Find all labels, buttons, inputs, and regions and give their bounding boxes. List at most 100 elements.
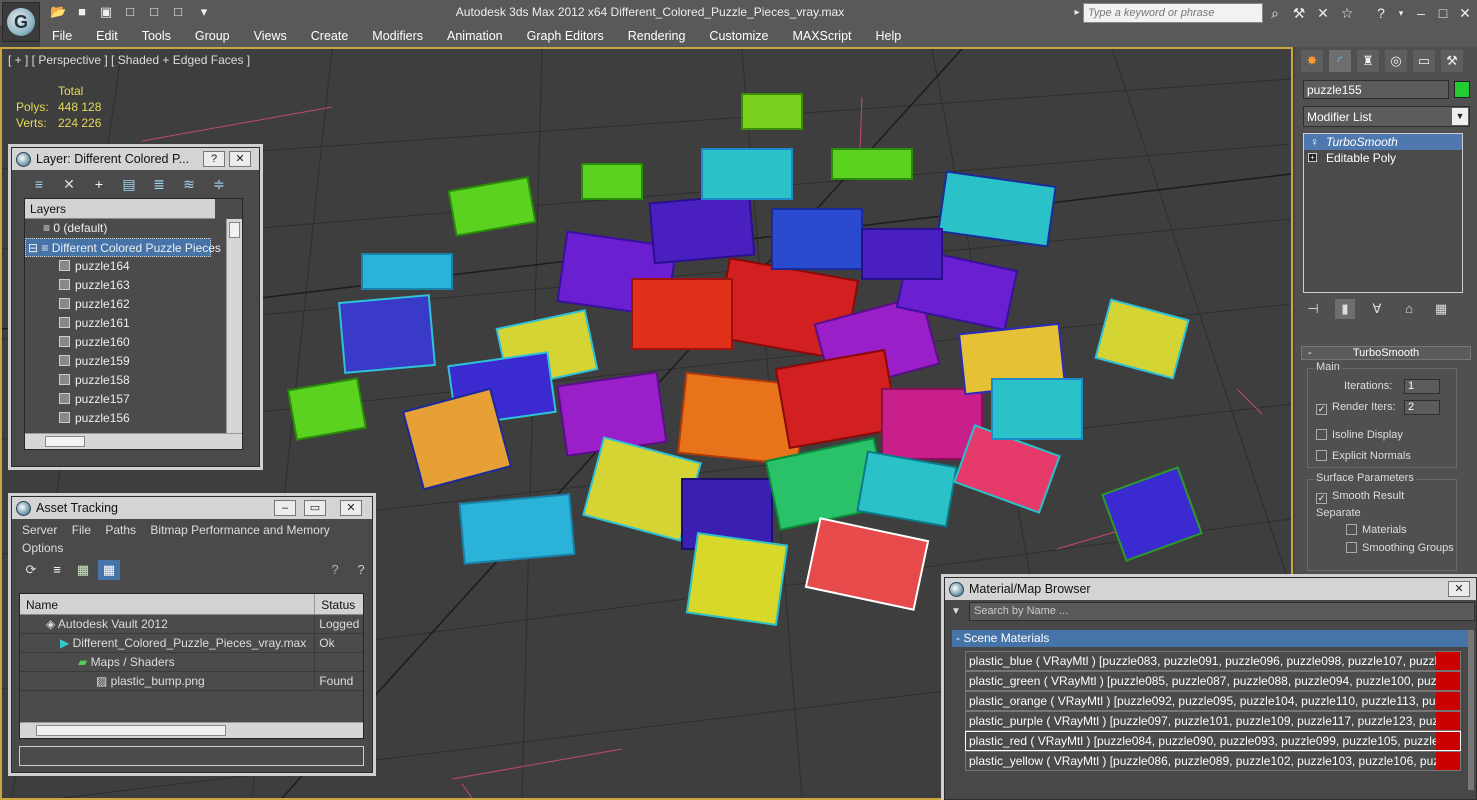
asset-path-field[interactable]	[19, 746, 364, 766]
smoothing-groups-row[interactable]: Smoothing Groups	[1346, 542, 1454, 554]
layer-close-button[interactable]: ✕	[229, 151, 251, 167]
list-item[interactable]: puzzle156	[25, 409, 242, 428]
help-icon[interactable]: ?	[1372, 4, 1390, 22]
render-iters-row[interactable]: ✓ Render Iters:	[1316, 401, 1396, 415]
name-column-header[interactable]: Name	[20, 594, 316, 614]
material-list-scrollbar[interactable]	[1468, 630, 1474, 790]
favorites-star-icon[interactable]: ☆	[1338, 4, 1356, 22]
refresh-icon[interactable]: ⟳	[20, 560, 42, 580]
motion-tab-icon[interactable]: ◎	[1385, 50, 1407, 72]
add-to-layer-icon[interactable]: +	[88, 174, 110, 194]
object-name-field[interactable]: puzzle155	[1303, 80, 1449, 99]
menu-graph-editors[interactable]: Graph Editors	[515, 26, 616, 47]
layers-column-header[interactable]: Layers	[25, 199, 215, 219]
asset-menu-bitmap[interactable]: Bitmap Performance and Memory	[150, 523, 329, 537]
layer-horizontal-scrollbar[interactable]	[25, 433, 242, 449]
list-item[interactable]: puzzle157	[25, 390, 242, 409]
modifier-stack[interactable]: ♀ TurboSmooth + Editable Poly	[1303, 133, 1463, 293]
asset-minimize-button[interactable]: –	[274, 500, 296, 516]
asset-menu-options[interactable]: Options	[22, 541, 63, 555]
materials-checkbox[interactable]	[1346, 524, 1357, 535]
menu-views[interactable]: Views	[242, 26, 299, 47]
menu-animation[interactable]: Animation	[435, 26, 515, 47]
layer-tree[interactable]: Layers ≡ 0 (default) ⊟ ≡ Different Color…	[24, 198, 243, 450]
select-objects-icon[interactable]: ▤	[118, 174, 140, 194]
list-item[interactable]: puzzle162	[25, 295, 242, 314]
asset-menu-file[interactable]: File	[72, 523, 91, 537]
make-unique-icon[interactable]: ∀	[1367, 299, 1387, 319]
scroll-thumb[interactable]	[36, 725, 226, 736]
configure-sets-icon[interactable]: ▦	[1431, 299, 1451, 319]
delete-layer-icon[interactable]: ✕	[58, 174, 80, 194]
maximize-icon[interactable]: □	[1434, 4, 1452, 22]
asset-panel-titlebar[interactable]: Asset Tracking – ▭ ✕	[12, 497, 372, 519]
layer-help-button[interactable]: ?	[203, 151, 225, 167]
table-row[interactable]: ▰ Maps / Shaders	[20, 653, 363, 672]
application-menu-button[interactable]: G	[2, 2, 40, 42]
list-item[interactable]: plastic_yellow ( VRayMtl ) [puzzle086, p…	[965, 751, 1461, 771]
scene-materials-group[interactable]: - Scene Materials	[952, 630, 1469, 647]
menu-customize[interactable]: Customize	[697, 26, 780, 47]
asset-close-button[interactable]: ✕	[340, 500, 362, 516]
explicit-normals-checkbox[interactable]	[1316, 450, 1327, 461]
tools-icon[interactable]: ⚒	[1290, 4, 1308, 22]
smooth-result-row[interactable]: ✓ Smooth Result	[1316, 490, 1404, 504]
create-layer-icon[interactable]: ≡	[28, 174, 50, 194]
layer-panel-titlebar[interactable]: Layer: Different Colored P... ? ✕	[12, 148, 259, 170]
asset-menu-server[interactable]: Server	[22, 523, 57, 537]
stack-item-turbosmooth[interactable]: ♀ TurboSmooth	[1304, 134, 1462, 150]
table-view-icon[interactable]: ▦	[98, 560, 120, 580]
asset-maximize-button[interactable]: ▭	[304, 500, 326, 516]
list-item[interactable]: plastic_green ( VRayMtl ) [puzzle085, pu…	[965, 671, 1461, 691]
list-item[interactable]: puzzle164	[25, 257, 242, 276]
scroll-thumb[interactable]	[229, 222, 240, 238]
show-end-result-icon[interactable]: ▮	[1335, 299, 1355, 319]
material-browser-close-button[interactable]: ✕	[1448, 581, 1470, 597]
viewport-label-menu[interactable]: [ + ] [ Perspective ] [ Shaded + Edged F…	[8, 53, 250, 67]
list-item[interactable]: puzzle163	[25, 276, 242, 295]
smooth-result-checkbox[interactable]: ✓	[1316, 493, 1327, 504]
menu-create[interactable]: Create	[299, 26, 361, 47]
material-browser-titlebar[interactable]: Material/Map Browser ✕	[945, 578, 1476, 600]
highlight-layer-icon[interactable]: ≣	[148, 174, 170, 194]
menu-modifiers[interactable]: Modifiers	[360, 26, 435, 47]
menu-edit[interactable]: Edit	[84, 26, 130, 47]
stack-item-editable-poly[interactable]: + Editable Poly	[1304, 150, 1462, 166]
menu-rendering[interactable]: Rendering	[616, 26, 698, 47]
list-item[interactable]: plastic_blue ( VRayMtl ) [puzzle083, puz…	[965, 651, 1461, 671]
scroll-thumb[interactable]	[45, 436, 85, 447]
asset-table[interactable]: Name Status ◈ Autodesk Vault 2012 Logged …	[19, 593, 364, 739]
context-help-icon[interactable]: ?	[350, 560, 372, 580]
display-tab-icon[interactable]: ▭	[1413, 50, 1435, 72]
explicit-normals-row[interactable]: Explicit Normals	[1316, 450, 1411, 462]
menu-group[interactable]: Group	[183, 26, 242, 47]
render-iters-spinner[interactable]: 2	[1404, 400, 1440, 415]
remove-modifier-icon[interactable]: ⌂	[1399, 299, 1419, 319]
binoculars-icon[interactable]: ⌕	[1266, 4, 1284, 22]
hide-all-icon[interactable]: ≋	[178, 174, 200, 194]
list-item[interactable]: puzzle160	[25, 333, 242, 352]
list-item[interactable]: puzzle159	[25, 352, 242, 371]
pin-stack-icon[interactable]: ⊣	[1303, 299, 1323, 319]
expand-icon[interactable]: +	[1308, 153, 1317, 162]
list-item[interactable]: plastic_purple ( VRayMtl ) [puzzle097, p…	[965, 711, 1461, 731]
iterations-spinner[interactable]: 1	[1404, 379, 1440, 394]
menu-tools[interactable]: Tools	[130, 26, 183, 47]
list-item[interactable]: plastic_orange ( VRayMtl ) [puzzle092, p…	[965, 691, 1461, 711]
layer-active-row[interactable]: ⊟ ≡ Different Colored Puzzle Pieces	[25, 238, 221, 257]
object-color-swatch[interactable]	[1454, 81, 1470, 98]
modify-tab-icon[interactable]: ◜	[1329, 50, 1351, 72]
freeze-all-icon[interactable]: ≑	[208, 174, 230, 194]
table-row[interactable]: ◈ Autodesk Vault 2012 Logged	[20, 615, 363, 634]
server-help-icon[interactable]: ?	[324, 560, 346, 580]
thumbnail-view-icon[interactable]: ▦	[72, 560, 94, 580]
table-row[interactable]: ▶ Different_Colored_Puzzle_Pieces_vray.m…	[20, 634, 363, 653]
hierarchy-tab-icon[interactable]: ♜	[1357, 50, 1379, 72]
isoline-checkbox[interactable]	[1316, 429, 1327, 440]
search-options-icon[interactable]: ▼	[951, 606, 961, 617]
materials-row[interactable]: Materials	[1346, 524, 1407, 536]
menu-maxscript[interactable]: MAXScript	[780, 26, 863, 47]
layer-default-row[interactable]: ≡ 0 (default)	[25, 219, 242, 238]
create-tab-icon[interactable]: ✸	[1301, 50, 1323, 72]
close-icon[interactable]: ✕	[1456, 4, 1474, 22]
